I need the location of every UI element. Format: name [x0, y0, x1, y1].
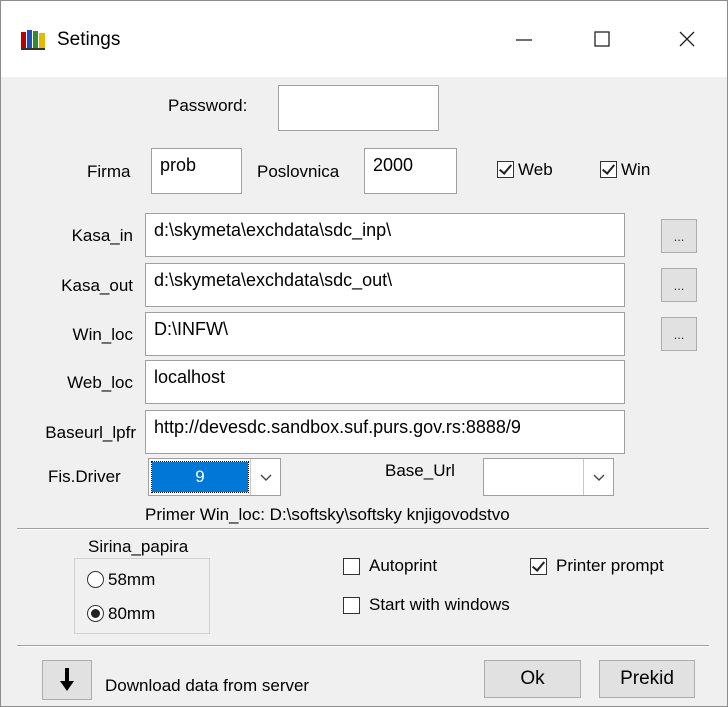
- baseurl-lpfr-field[interactable]: http://devesdc.sandbox.suf.purs.gov.rs:8…: [145, 410, 625, 454]
- kasa-out-field[interactable]: d:\skymeta\exchdata\sdc_out\: [145, 263, 625, 307]
- radio-58mm-label: 58mm: [108, 570, 156, 589]
- kasa-in-field[interactable]: d:\skymeta\exchdata\sdc_inp\: [145, 213, 625, 257]
- win-loc-hint: Primer Win_loc: D:\softsky\softsky knjig…: [145, 505, 510, 524]
- chevron-down-icon: [260, 474, 271, 481]
- kasa-out-browse-button[interactable]: ...: [661, 268, 697, 302]
- app-icon: [21, 30, 45, 50]
- kasa-in-label: Kasa_in: [71, 226, 133, 245]
- maximize-icon: [594, 31, 610, 47]
- win-checkbox[interactable]: [600, 161, 617, 178]
- win-loc-label: Win_loc: [72, 325, 133, 344]
- chevron-down-icon: [593, 474, 604, 481]
- win-loc-browse-button[interactable]: ...: [661, 317, 697, 351]
- start-with-windows-checkbox[interactable]: [343, 597, 360, 614]
- ok-button-label: Ok: [520, 668, 545, 689]
- prekid-button-label: Prekid: [620, 668, 674, 689]
- win-checkbox-label: Win: [621, 160, 651, 179]
- close-icon: [679, 31, 695, 47]
- web-checkbox-label: Web: [518, 160, 553, 179]
- sirina-papira-label: Sirina_papira: [88, 537, 189, 556]
- base-url-dropdown-button[interactable]: [583, 459, 613, 495]
- poslovnica-field[interactable]: 2000: [364, 148, 457, 194]
- separator-bottom: [17, 645, 709, 647]
- autoprint-label: Autoprint: [369, 556, 438, 575]
- autoprint-checkbox[interactable]: [343, 558, 360, 575]
- web-checkbox[interactable]: [497, 161, 514, 178]
- window-title: Setings: [57, 29, 121, 50]
- title-bar: Setings: [1, 1, 727, 77]
- separator: [17, 528, 709, 530]
- web-loc-label: Web_loc: [67, 373, 133, 392]
- close-button[interactable]: [657, 19, 717, 59]
- base-url-label: Base_Url: [385, 461, 455, 480]
- fis-driver-select[interactable]: 9: [148, 458, 281, 496]
- printer-prompt-checkbox[interactable]: [530, 558, 547, 575]
- base-url-select[interactable]: [483, 458, 614, 496]
- kasa-out-label: Kasa_out: [61, 276, 133, 295]
- minimize-icon: [516, 39, 532, 41]
- fis-driver-dropdown-button[interactable]: [250, 459, 280, 495]
- win-loc-field[interactable]: D:\INFW\: [145, 312, 625, 356]
- radio-80mm[interactable]: [87, 605, 104, 622]
- baseurl-lpfr-label: Baseurl_lpfr: [45, 423, 136, 442]
- fis-driver-label: Fis.Driver: [48, 467, 121, 486]
- minimize-button[interactable]: [494, 19, 554, 59]
- download-button[interactable]: [42, 660, 92, 700]
- download-label: Download data from server: [105, 676, 310, 695]
- kasa-in-browse-button[interactable]: ...: [661, 219, 697, 253]
- printer-prompt-label: Printer prompt: [556, 556, 664, 575]
- poslovnica-label: Poslovnica: [257, 162, 340, 181]
- ok-button[interactable]: Ok: [484, 660, 581, 698]
- radio-80mm-label: 80mm: [108, 604, 156, 623]
- radio-58mm[interactable]: [87, 571, 104, 588]
- fis-driver-value: 9: [151, 461, 249, 493]
- web-loc-field[interactable]: localhost: [145, 360, 625, 404]
- password-field[interactable]: [278, 85, 439, 131]
- maximize-button[interactable]: [572, 19, 632, 59]
- firma-field[interactable]: prob: [151, 148, 242, 194]
- password-label: Password:: [168, 96, 248, 115]
- start-with-windows-label: Start with windows: [369, 595, 510, 614]
- prekid-button[interactable]: Prekid: [599, 660, 695, 698]
- firma-label: Firma: [87, 162, 131, 181]
- down-arrow-icon: [60, 668, 74, 691]
